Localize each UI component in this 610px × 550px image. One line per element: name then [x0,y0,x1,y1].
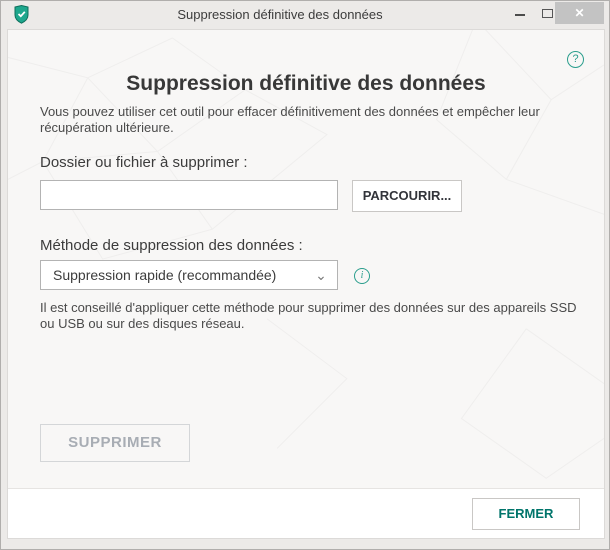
window-title: Suppression définitive des données [177,7,383,22]
browse-button[interactable]: PARCOURIR... [352,180,462,212]
fermer-button[interactable]: FERMER [472,498,580,530]
page-title: Suppression définitive des données [126,72,486,95]
minimize-button[interactable] [507,1,533,25]
delete-button[interactable]: SUPPRIMER [40,424,190,462]
close-button[interactable]: ✕ [555,2,604,24]
main-panel: ? Suppression définitive des données Vou… [7,29,605,539]
footer-bar: FERMER [8,488,604,538]
help-icon[interactable]: ? [567,51,584,68]
chevron-down-icon: ⌄ [315,267,327,283]
file-path-input[interactable] [40,180,338,210]
shredder-window: Suppression définitive des données ✕ ? S… [0,0,610,550]
kaspersky-shield-icon [14,5,29,24]
maximize-icon [542,9,553,18]
file-field-label: Dossier ou fichier à supprimer : [40,154,248,171]
minimize-icon [515,14,525,16]
page-description: Vous pouvez utiliser cet outil pour effa… [40,104,540,135]
info-icon[interactable]: i [354,268,370,284]
method-selected-value: Suppression rapide (recommandée) [53,267,277,283]
method-select[interactable]: Suppression rapide (recommandée) ⌄ [40,260,338,290]
method-field-label: Méthode de suppression des données : [40,237,303,254]
method-note-text: Il est conseillé d'appliquer cette métho… [40,300,577,331]
titlebar: Suppression définitive des données ✕ [1,1,609,29]
